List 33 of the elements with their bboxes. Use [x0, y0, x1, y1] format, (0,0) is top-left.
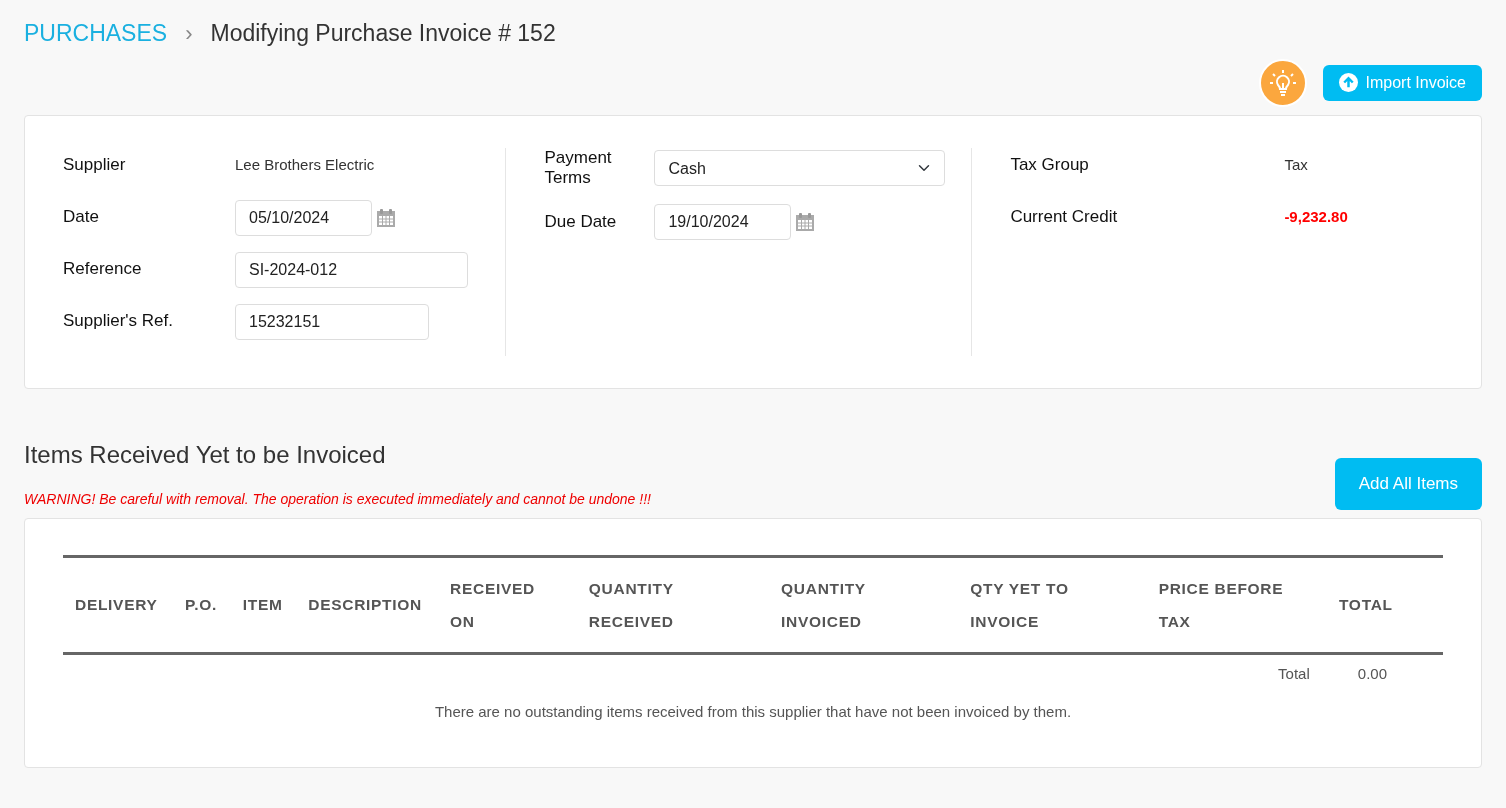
- field-label: Payment Terms: [544, 147, 613, 189]
- breadcrumb-separator: ›: [185, 19, 193, 48]
- column-header: TOTAL: [1338, 595, 1394, 615]
- column-header: DESCRIPTION: [307, 595, 423, 615]
- field-label: Supplier: [63, 155, 127, 176]
- column-header: RECEIVED ON: [449, 578, 536, 632]
- column-header: ITEM: [241, 595, 284, 615]
- credit-amount: -9,232.80: [1284, 207, 1348, 228]
- column-header: QUANTITY RECEIVED: [587, 578, 675, 632]
- column-header: P.O.: [184, 595, 218, 615]
- column-header: QUANTITY INVOICED: [780, 578, 867, 632]
- column-header: PRICE BEFORE TAX: [1157, 578, 1285, 632]
- date-input-field[interactable]: 19/10/2024: [654, 204, 792, 241]
- field-value: Lee Brothers Electric: [235, 155, 375, 176]
- total-label: Total: [1278, 663, 1310, 684]
- field-label: Due Date: [544, 212, 618, 233]
- field-label: Tax Group: [1010, 155, 1090, 176]
- field-label: Supplier's Ref.: [63, 311, 175, 332]
- page-title: Modifying Purchase Invoice # 152: [210, 19, 556, 48]
- empty-message: There are no outstanding items received from this supplier that have not been invoiced by them.: [433, 702, 1073, 722]
- text-input-field[interactable]: 15232151: [235, 303, 429, 340]
- field-value: Tax: [1284, 155, 1308, 176]
- section-title: Items Received Yet to be Invoiced: [24, 439, 387, 470]
- field-label: Date: [63, 207, 100, 228]
- text-input-field[interactable]: SI-2024-012: [235, 251, 468, 288]
- total-value: 0.00: [1357, 663, 1387, 684]
- warning-message: WARNING! Be careful with removal. The operation is executed immediately and cannot be undone !!!: [24, 489, 651, 509]
- column-header: DELIVERY: [74, 595, 159, 615]
- field-label: Current Credit: [1010, 207, 1119, 228]
- field-label: Reference: [63, 259, 143, 280]
- payment-terms-select[interactable]: Cash: [654, 149, 946, 186]
- column-header: QTY YET TO INVOICE: [969, 578, 1070, 632]
- date-input-field[interactable]: 05/10/2024: [235, 199, 372, 236]
